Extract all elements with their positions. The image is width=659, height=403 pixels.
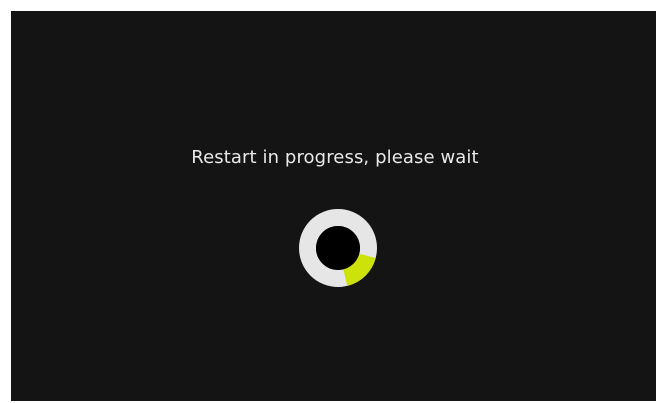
loading-spinner-icon [299, 209, 377, 287]
restart-screen [11, 11, 656, 401]
spinner-center [316, 226, 360, 270]
restart-status-message: Restart in progress, please wait [191, 147, 479, 168]
